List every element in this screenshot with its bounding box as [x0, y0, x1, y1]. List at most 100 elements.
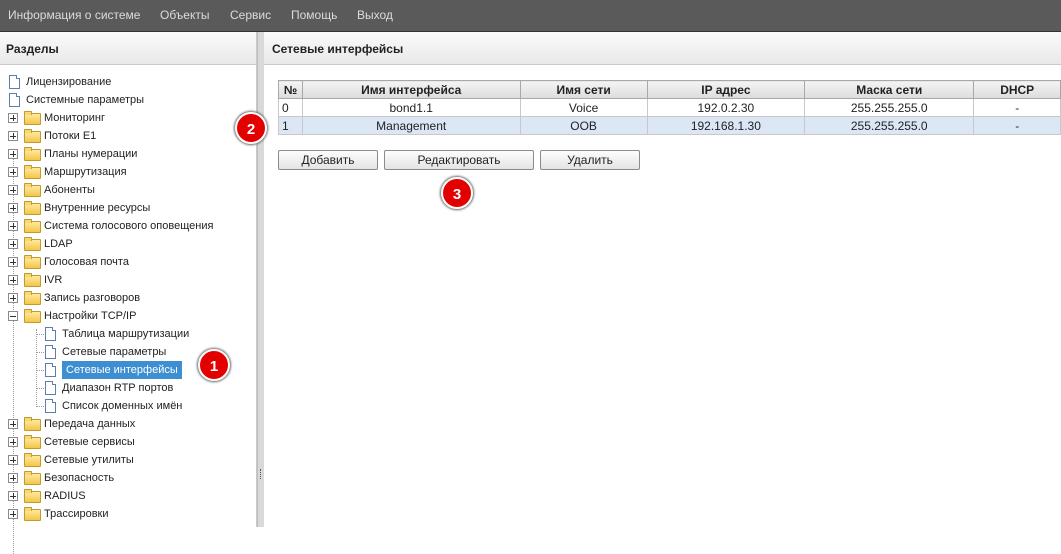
folder-icon: [24, 111, 41, 125]
tree-item-domain-names[interactable]: Список доменных имён: [0, 397, 250, 415]
splitter-grip-icon[interactable]: [260, 469, 263, 479]
tree-item-rtp-range[interactable]: Диапазон RTP портов: [0, 379, 250, 397]
expand-plus-icon[interactable]: [8, 149, 18, 159]
tree-folder-numbering-plans[interactable]: Планы нумерации: [0, 145, 250, 163]
expand-plus-icon[interactable]: [8, 491, 18, 501]
tree-folder-radius[interactable]: RADIUS: [0, 487, 250, 505]
menu-system-info[interactable]: Информация о системе: [8, 8, 140, 22]
expand-plus-icon[interactable]: [8, 113, 18, 123]
cell-network-name: OOB: [519, 116, 648, 135]
document-icon: [45, 381, 56, 395]
tree-item-label: Трассировки: [44, 508, 109, 520]
expand-plus-icon[interactable]: [8, 293, 18, 303]
folder-icon: [24, 183, 41, 197]
add-button[interactable]: Добавить: [278, 150, 378, 170]
expand-plus-icon[interactable]: [8, 203, 18, 213]
cell-netmask: 255.255.255.0: [804, 98, 975, 117]
expand-plus-icon[interactable]: [8, 419, 18, 429]
tree-folder-subscribers[interactable]: Абоненты: [0, 181, 250, 199]
menu-objects[interactable]: Объекты: [160, 8, 210, 22]
cell-number: 1: [278, 116, 303, 135]
cell-ip-address: 192.168.1.30: [646, 116, 806, 135]
column-header-dhcp[interactable]: DHCP: [973, 80, 1061, 99]
column-header-interface-name[interactable]: Имя интерфейса: [301, 80, 521, 99]
tree-item-label: Настройки TCP/IP: [44, 310, 137, 322]
tree-item-label: Сетевые утилиты: [44, 454, 134, 466]
tree-item-label: Голосовая почта: [44, 256, 129, 268]
expand-plus-icon[interactable]: [8, 239, 18, 249]
tree-folder-ivr[interactable]: IVR: [0, 271, 250, 289]
column-header-network-name[interactable]: Имя сети: [519, 80, 648, 99]
expand-plus-icon[interactable]: [8, 509, 18, 519]
tree-item-label: LDAP: [44, 238, 73, 250]
tree-folder-data-transfer[interactable]: Передача данных: [0, 415, 250, 433]
tree-item-label: Сетевые сервисы: [44, 436, 135, 448]
tree-folder-voice-notification[interactable]: Система голосового оповещения: [0, 217, 250, 235]
tree-item-label: Маршрутизация: [44, 166, 127, 178]
tree-item-routing-table[interactable]: Таблица маршрутизации: [0, 325, 250, 343]
expand-plus-icon[interactable]: [8, 167, 18, 177]
column-header-netmask[interactable]: Маска сети: [804, 80, 975, 99]
cell-netmask: 255.255.255.0: [804, 116, 975, 135]
document-icon: [45, 363, 56, 377]
expand-plus-icon[interactable]: [8, 131, 18, 141]
tree-item-label: Мониторинг: [44, 112, 106, 124]
folder-icon: [24, 237, 41, 251]
sections-tree: Лицензирование Системные параметры Монит…: [0, 32, 256, 554]
tree-folder-network-services[interactable]: Сетевые сервисы: [0, 433, 250, 451]
tree-folder-monitoring[interactable]: Мониторинг: [0, 109, 250, 127]
tree-item-label: IVR: [44, 274, 63, 286]
tree-item-label: Диапазон RTP портов: [62, 382, 174, 394]
annotation-marker-1: 1: [198, 349, 230, 381]
tree-item-label: RADIUS: [44, 490, 86, 502]
expand-plus-icon[interactable]: [8, 221, 18, 231]
tree-item-label: Таблица маршрутизации: [62, 328, 190, 340]
cell-ip-address: 192.0.2.30: [646, 98, 806, 117]
expand-plus-icon[interactable]: [8, 185, 18, 195]
expand-plus-icon[interactable]: [8, 275, 18, 285]
document-icon: [9, 93, 20, 107]
folder-icon: [24, 219, 41, 233]
document-icon: [45, 399, 56, 413]
folder-icon: [24, 255, 41, 269]
document-icon: [9, 75, 20, 89]
expand-plus-icon[interactable]: [8, 473, 18, 483]
expand-plus-icon[interactable]: [8, 455, 18, 465]
edit-button[interactable]: Редактировать: [384, 150, 534, 170]
cell-network-name: Voice: [519, 98, 648, 117]
menu-help[interactable]: Помощь: [291, 8, 337, 22]
tree-item-label: Передача данных: [44, 418, 136, 430]
tree-folder-tcpip[interactable]: Настройки TCP/IP: [0, 307, 250, 325]
delete-button[interactable]: Удалить: [540, 150, 640, 170]
annotation-marker-3: 3: [441, 177, 473, 209]
tree-item-label: Абоненты: [44, 184, 95, 196]
content-panel: Сетевые интерфейсы № Имя интерфейса Имя …: [264, 32, 1061, 527]
table-row-selected[interactable]: 1 Management OOB 192.168.1.30 255.255.25…: [278, 116, 1061, 135]
cell-dhcp: -: [973, 98, 1061, 117]
tree-item-label: Потоки Е1: [44, 130, 97, 142]
collapse-minus-icon[interactable]: [8, 311, 18, 321]
column-header-ip-address[interactable]: IP адрес: [646, 80, 806, 99]
tree-folder-security[interactable]: Безопасность: [0, 469, 250, 487]
expand-plus-icon[interactable]: [8, 437, 18, 447]
tree-folder-e1-streams[interactable]: Потоки Е1: [0, 127, 250, 145]
menu-exit[interactable]: Выход: [357, 8, 393, 22]
tree-folder-internal-resources[interactable]: Внутренние ресурсы: [0, 199, 250, 217]
document-icon: [45, 327, 56, 341]
tree-folder-ldap[interactable]: LDAP: [0, 235, 250, 253]
folder-icon: [24, 435, 41, 449]
tree-folder-network-utilities[interactable]: Сетевые утилиты: [0, 451, 250, 469]
expand-plus-icon[interactable]: [8, 257, 18, 267]
table-row[interactable]: 0 bond1.1 Voice 192.0.2.30 255.255.255.0…: [278, 98, 1061, 117]
column-header-number[interactable]: №: [278, 80, 303, 99]
menu-service[interactable]: Сервис: [230, 8, 271, 22]
tree-folder-routing[interactable]: Маршрутизация: [0, 163, 250, 181]
tree-folder-voicemail[interactable]: Голосовая почта: [0, 253, 250, 271]
cell-dhcp: -: [973, 116, 1061, 135]
tree-item-system-params[interactable]: Системные параметры: [0, 91, 250, 109]
tree-folder-tracing[interactable]: Трассировки: [0, 505, 250, 523]
tree-item-label: Запись разговоров: [44, 292, 141, 304]
tree-item-licensing[interactable]: Лицензирование: [0, 73, 250, 91]
tree-folder-call-recording[interactable]: Запись разговоров: [0, 289, 250, 307]
interfaces-table: № Имя интерфейса Имя сети IP адрес Маска…: [278, 80, 1061, 135]
